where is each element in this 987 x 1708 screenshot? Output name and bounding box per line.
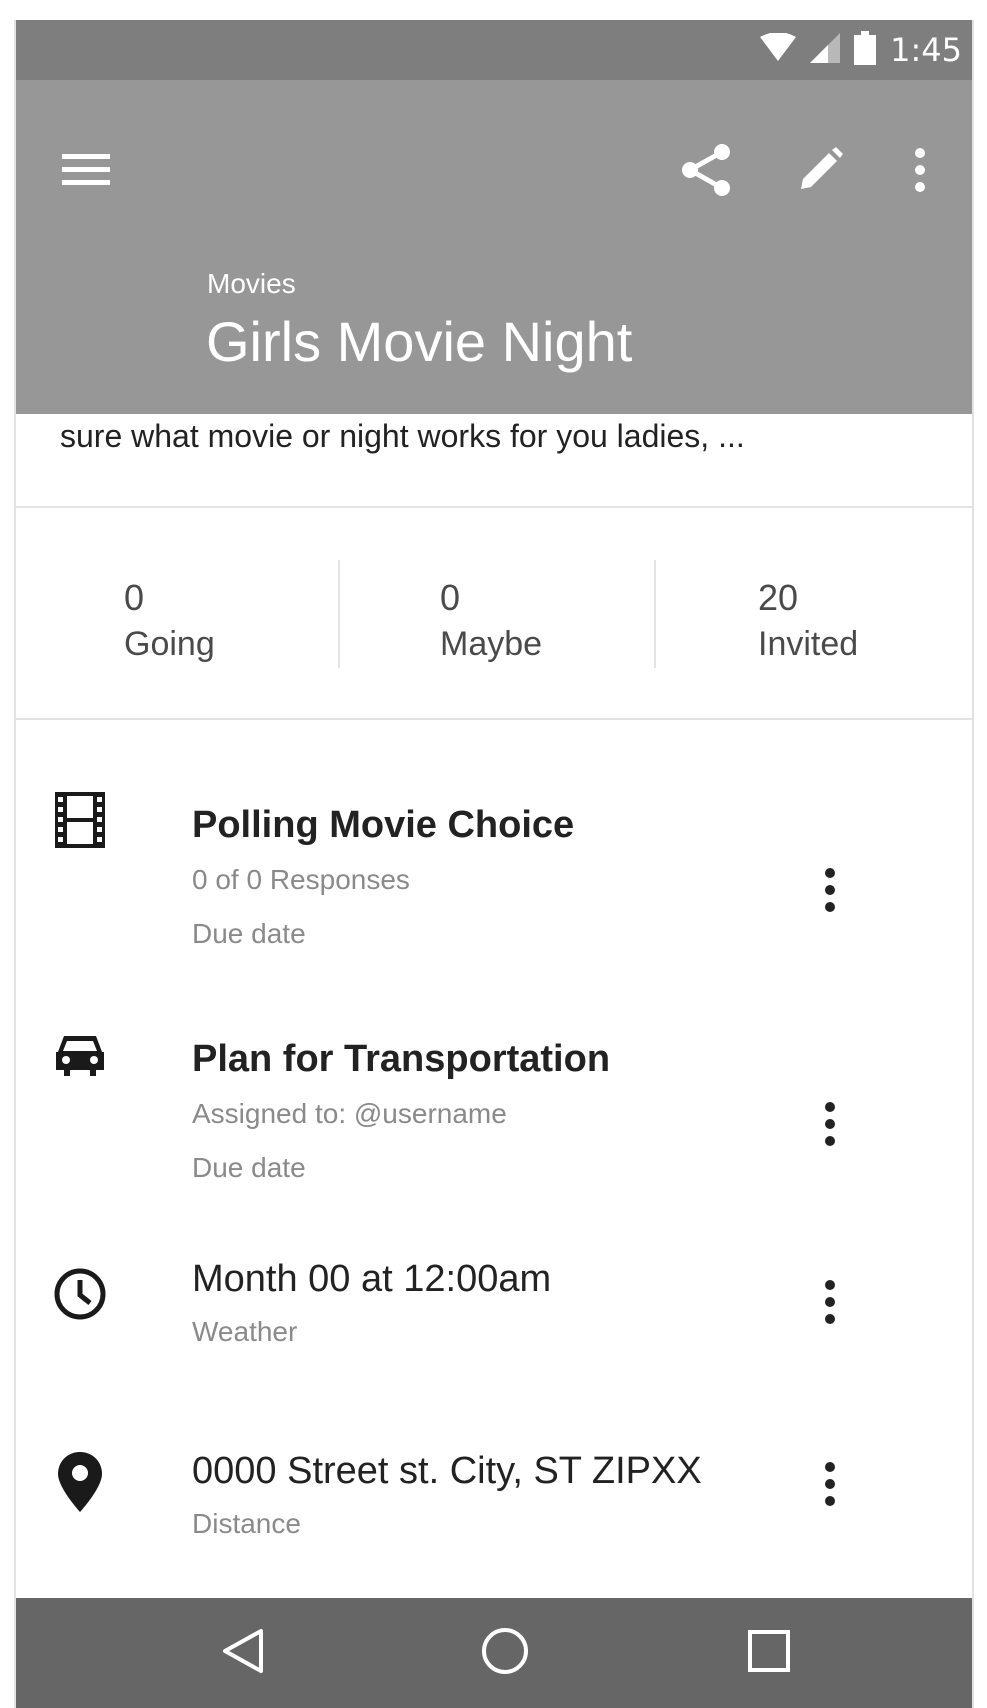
share-button[interactable] <box>670 136 742 208</box>
film-icon <box>50 790 110 850</box>
list-item-poll[interactable]: Polling Movie Choice 0 of 0 Responses Du… <box>16 780 972 980</box>
stat-count: 20 <box>758 577 799 618</box>
wifi-icon <box>760 31 797 68</box>
menu-icon <box>62 152 110 193</box>
more-vert-icon <box>824 1461 836 1512</box>
stat-label: Invited <box>758 625 859 663</box>
item-subtitle: Assigned to: @username <box>192 1098 507 1129</box>
location-pin-icon <box>50 1452 110 1512</box>
item-title: Plan for Transportation <box>192 1038 611 1080</box>
more-vert-icon <box>824 867 836 918</box>
recents-button[interactable] <box>714 1598 824 1708</box>
status-bar: 1:45 <box>16 20 972 80</box>
divider <box>16 718 972 720</box>
phone-screen: 1:45 Movies Girls Movie Night sure what … <box>14 20 974 1708</box>
home-icon <box>480 1626 530 1681</box>
more-vert-icon <box>824 1279 836 1330</box>
list-item-transportation[interactable]: Plan for Transportation Assigned to: @us… <box>16 1014 972 1214</box>
event-category: Movies <box>207 268 296 299</box>
item-subtitle: Due date <box>192 918 306 949</box>
list-item-datetime[interactable]: Month 00 at 12:00am Weather <box>16 1256 972 1396</box>
edit-button[interactable] <box>784 136 856 208</box>
app-bar: Movies Girls Movie Night <box>16 80 972 414</box>
stat-invited[interactable]: 20 Invited <box>758 508 858 666</box>
back-button[interactable] <box>188 1598 298 1708</box>
back-icon <box>221 1627 265 1680</box>
stat-maybe[interactable]: 0 Maybe <box>440 508 542 666</box>
item-title: Month 00 at 12:00am <box>192 1258 552 1300</box>
battery-icon <box>854 30 877 70</box>
item-subtitle: Due date <box>192 1152 306 1183</box>
menu-button[interactable] <box>50 136 122 208</box>
item-subtitle: 0 of 0 Responses <box>192 864 410 895</box>
recents-icon <box>747 1629 791 1678</box>
stat-going[interactable]: 0 Going <box>124 508 215 666</box>
rsvp-stats: 0 Going 0 Maybe 20 Invited <box>16 508 972 718</box>
signal-icon <box>810 32 841 68</box>
item-subtitle: Distance <box>192 1508 301 1539</box>
car-icon <box>50 1024 110 1084</box>
item-title: 0000 Street st. City, ST ZIPXX <box>192 1450 702 1492</box>
page-title: Girls Movie Night <box>206 310 633 373</box>
divider <box>338 560 340 668</box>
stat-count: 0 <box>124 577 145 618</box>
status-time: 1:45 <box>890 31 962 69</box>
item-subtitle: Weather <box>192 1316 298 1347</box>
stat-count: 0 <box>440 577 461 618</box>
stat-label: Maybe <box>440 625 543 663</box>
item-more-button[interactable] <box>800 852 860 932</box>
edit-icon <box>797 146 843 198</box>
more-vert-icon <box>824 1101 836 1152</box>
item-more-button[interactable] <box>800 1446 860 1526</box>
event-description[interactable]: sure what movie or night works for you l… <box>60 418 940 455</box>
home-button[interactable] <box>450 1598 560 1708</box>
system-nav-bar <box>16 1598 972 1708</box>
divider <box>654 560 656 668</box>
share-icon <box>680 142 732 203</box>
more-vert-icon <box>914 147 926 198</box>
more-options-button[interactable] <box>884 136 956 208</box>
clock-icon <box>50 1264 110 1324</box>
item-title: Polling Movie Choice <box>192 804 575 846</box>
item-more-button[interactable] <box>800 1264 860 1344</box>
list-item-location[interactable]: 0000 Street st. City, ST ZIPXX Distance <box>16 1448 972 1588</box>
stat-label: Going <box>124 625 215 663</box>
item-more-button[interactable] <box>800 1086 860 1166</box>
